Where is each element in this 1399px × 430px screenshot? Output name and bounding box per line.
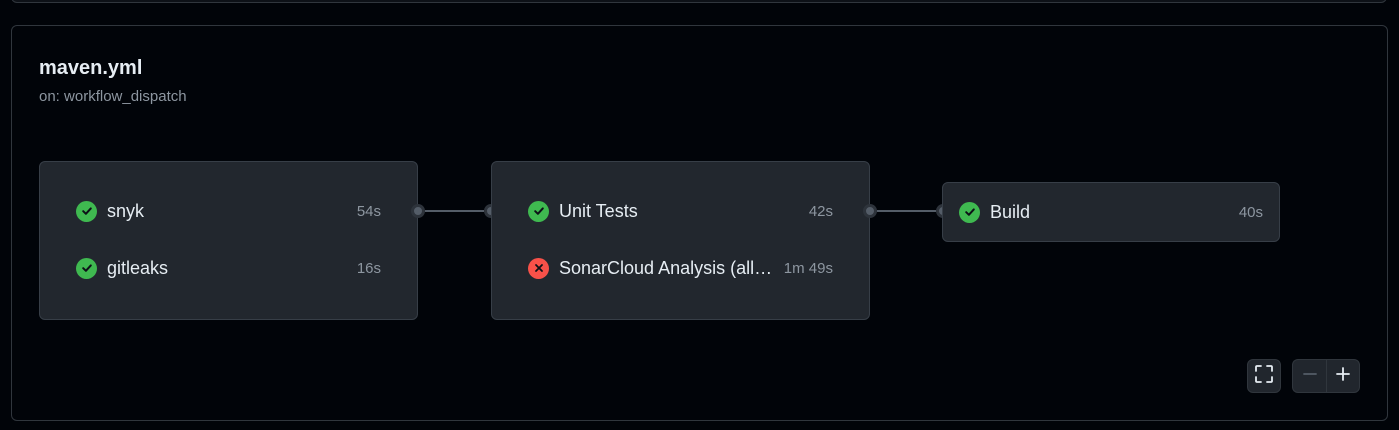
plus-icon	[1335, 366, 1351, 387]
fullscreen-icon	[1255, 364, 1273, 388]
job-name: SonarCloud Analysis (all…	[559, 257, 773, 278]
job-group-stage-1: snyk 54s gitleaks 16s	[39, 161, 418, 320]
check-circle-icon	[76, 200, 97, 222]
job-duration: 1m 49s	[783, 259, 833, 277]
fullscreen-button[interactable]	[1247, 359, 1281, 393]
job-duration: 40s	[1238, 203, 1263, 221]
job-duration: 54s	[356, 202, 381, 220]
connector-line	[877, 210, 936, 212]
job-snyk[interactable]: snyk 54s	[40, 196, 417, 226]
job-unit-tests[interactable]: Unit Tests 42s	[492, 196, 869, 226]
job-build[interactable]: Build 40s	[943, 197, 1279, 227]
connector-out-dot	[863, 204, 877, 218]
job-name: Build	[990, 201, 1031, 222]
zoom-in-button[interactable]	[1326, 359, 1360, 393]
job-gitleaks[interactable]: gitleaks 16s	[40, 253, 417, 283]
check-circle-icon	[76, 257, 97, 279]
minus-icon	[1302, 366, 1318, 387]
check-circle-icon	[959, 201, 980, 223]
job-sonarcloud-analysis[interactable]: SonarCloud Analysis (all… 1m 49s	[492, 253, 869, 283]
workflow-trigger: on: workflow_dispatch	[39, 88, 187, 105]
job-duration: 42s	[808, 202, 833, 220]
x-circle-icon	[528, 257, 549, 279]
job-group-stage-3: Build 40s	[942, 182, 1280, 242]
zoom-out-button[interactable]	[1292, 359, 1326, 393]
job-name: Unit Tests	[559, 200, 638, 221]
workflow-title[interactable]: maven.yml	[39, 57, 142, 80]
job-group-stage-2: Unit Tests 42s SonarCloud Analysis (all……	[491, 161, 870, 320]
connector-out-dot	[411, 204, 425, 218]
workflow-graph-panel: maven.yml on: workflow_dispatch snyk 54s…	[11, 25, 1388, 421]
connector-line	[425, 210, 484, 212]
job-name: gitleaks	[107, 257, 169, 278]
job-name: snyk	[107, 200, 145, 221]
job-duration: 16s	[356, 259, 381, 277]
previous-panel	[11, 0, 1387, 3]
check-circle-icon	[528, 200, 549, 222]
